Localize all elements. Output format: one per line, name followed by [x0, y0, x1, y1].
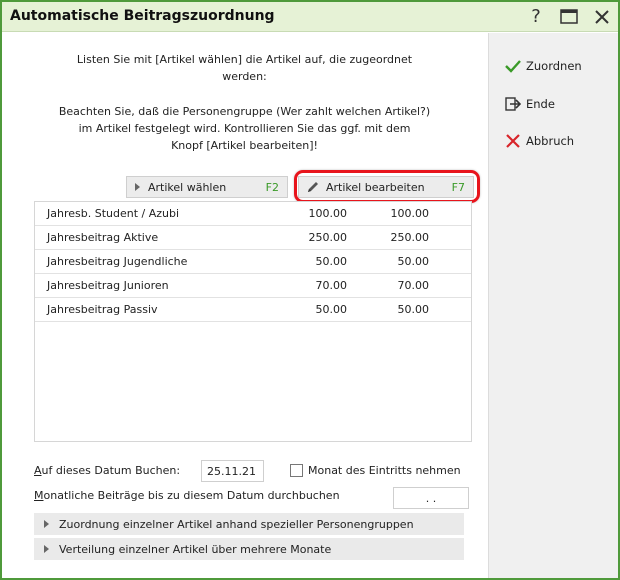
info-line: Listen Sie mit [Artikel wählen] die Arti…	[76, 53, 413, 66]
booking-date-input[interactable]: 25.11.21	[201, 460, 264, 482]
select-article-label: Artikel wählen	[148, 180, 227, 194]
assign-button[interactable]: Zuordnen	[505, 55, 582, 77]
end-button[interactable]: Ende	[505, 93, 555, 115]
monthly-booking-label-text: onatliche Beiträge bis zu diesem Datum d…	[43, 489, 340, 502]
exit-icon	[505, 97, 521, 111]
action-sidebar: Zuordnen Ende Abbruch	[488, 33, 618, 578]
article-amount-2: 250.00	[390, 231, 430, 244]
article-amount-1: 50.00	[315, 303, 348, 316]
article-amount-2: 50.00	[397, 303, 430, 316]
triangle-right-icon	[44, 545, 49, 553]
pencil-icon	[308, 182, 318, 192]
article-name: Jahresbeitrag Jugendliche	[47, 255, 188, 268]
select-article-button[interactable]: Artikel wählen F2	[126, 176, 288, 198]
cancel-button[interactable]: Abbruch	[505, 130, 574, 152]
article-amount-1: 250.00	[308, 231, 348, 244]
article-table[interactable]: Jahresb. Student / Azubi 100.00 100.00 J…	[34, 201, 472, 442]
help-button[interactable]: ?	[524, 5, 548, 29]
info-paragraph-2: Beachten Sie, daß die Personengruppe (We…	[42, 103, 447, 154]
article-name: Jahresbeitrag Junioren	[47, 279, 169, 292]
monthly-booking-label: Monatliche Beiträge bis zu diesem Datum …	[34, 489, 340, 502]
info-line: Knopf [Artikel bearbeiten]!	[171, 139, 318, 152]
info-line: Beachten Sie, daß die Personengruppe (We…	[58, 105, 431, 118]
info-line: im Artikel festgelegt wird. Kontrolliere…	[78, 122, 411, 135]
cancel-x-icon	[506, 134, 520, 148]
entry-month-checkbox[interactable]	[290, 464, 303, 477]
select-article-shortcut: F2	[265, 180, 279, 194]
article-amount-2: 100.00	[390, 207, 430, 220]
group-assign-expander[interactable]: Zuordnung einzelner Artikel anhand spezi…	[34, 513, 464, 535]
close-button[interactable]	[590, 5, 614, 29]
article-name: Jahresbeitrag Aktive	[47, 231, 159, 244]
info-paragraph-1: Listen Sie mit [Artikel wählen] die Arti…	[42, 51, 447, 85]
edit-article-button[interactable]: Artikel bearbeiten F7	[298, 176, 474, 198]
window-title: Automatische Beitragszuordnung	[10, 8, 275, 24]
edit-article-shortcut: F7	[451, 180, 465, 194]
triangle-right-icon	[135, 183, 140, 191]
entry-month-label: Monat des Eintritts nehmen	[308, 464, 461, 477]
edit-article-label: Artikel bearbeiten	[326, 180, 425, 194]
table-row[interactable]: Jahresb. Student / Azubi 100.00 100.00	[35, 202, 471, 226]
article-amount-2: 70.00	[397, 279, 430, 292]
monthly-booking-accesskey: M	[34, 489, 44, 502]
dialog-window: Automatische Beitragszuordnung ? Listen …	[0, 0, 620, 580]
end-label: Ende	[526, 97, 555, 111]
article-name: Jahresbeitrag Passiv	[47, 303, 158, 316]
checkmark-icon	[505, 60, 521, 73]
article-amount-2: 50.00	[397, 255, 430, 268]
main-content: Listen Sie mit [Artikel wählen] die Arti…	[2, 33, 488, 578]
info-line: werden:	[222, 70, 267, 83]
booking-date-label-text: uf dieses Datum Buchen:	[41, 464, 181, 477]
cancel-label: Abbruch	[526, 134, 575, 148]
month-spread-expander[interactable]: Verteilung einzelner Artikel über mehrer…	[34, 538, 464, 560]
article-name: Jahresb. Student / Azubi	[47, 207, 180, 220]
article-amount-1: 50.00	[315, 255, 348, 268]
article-amount-1: 70.00	[315, 279, 348, 292]
table-row[interactable]: Jahresbeitrag Aktive 250.00 250.00	[35, 226, 471, 250]
article-amount-1: 100.00	[308, 207, 348, 220]
booking-date-label: Auf dieses Datum Buchen:	[34, 464, 180, 477]
month-spread-label: Verteilung einzelner Artikel über mehrer…	[59, 542, 332, 556]
title-bar: Automatische Beitragszuordnung ?	[2, 2, 618, 32]
close-icon	[595, 10, 609, 24]
table-row[interactable]: Jahresbeitrag Junioren 70.00 70.00	[35, 274, 471, 298]
assign-label: Zuordnen	[526, 59, 582, 73]
monthly-booking-date-input[interactable]: . .	[393, 487, 469, 509]
table-row[interactable]: Jahresbeitrag Passiv 50.00 50.00	[35, 298, 471, 322]
triangle-right-icon	[44, 520, 49, 528]
table-row[interactable]: Jahresbeitrag Jugendliche 50.00 50.00	[35, 250, 471, 274]
booking-date-accesskey: A	[34, 464, 42, 477]
maximize-icon	[560, 9, 578, 24]
maximize-button[interactable]	[557, 5, 581, 29]
group-assign-label: Zuordnung einzelner Artikel anhand spezi…	[59, 517, 414, 531]
